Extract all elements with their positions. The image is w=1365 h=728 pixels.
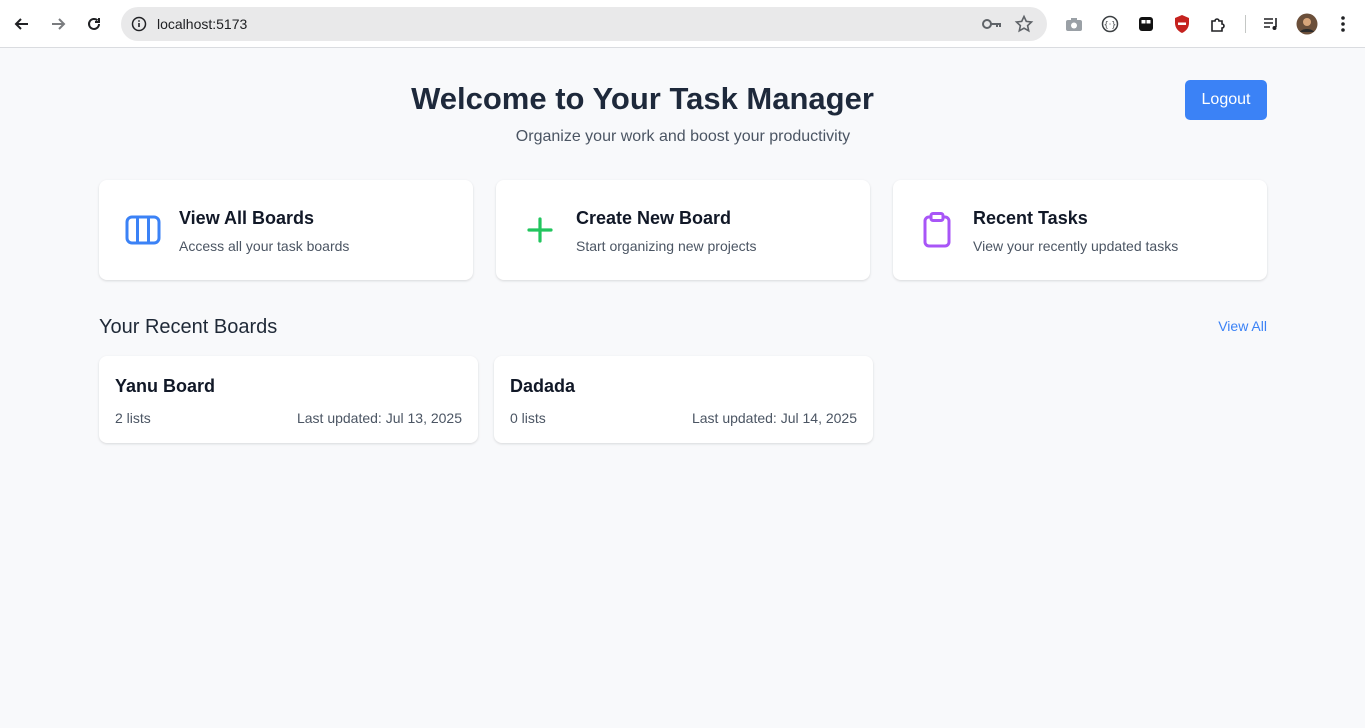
card-description: View your recently updated tasks <box>973 238 1179 254</box>
browser-toolbar: localhost:5173 {·} <box>0 0 1365 48</box>
card-title: Recent Tasks <box>973 208 1088 228</box>
columns-icon <box>125 212 161 248</box>
plus-icon <box>522 212 558 248</box>
extension-shield-icon[interactable] <box>1170 12 1194 36</box>
extension-icon-2[interactable] <box>1134 12 1158 36</box>
view-all-boards-card[interactable]: View All Boards Access all your task boa… <box>99 180 473 280</box>
board-name: Dadada <box>510 376 576 396</box>
card-title: Create New Board <box>576 208 732 228</box>
url-text[interactable]: localhost:5173 <box>157 16 247 32</box>
password-key-icon[interactable] <box>981 15 1003 33</box>
page-subtitle: Organize your work and boost your produc… <box>515 128 851 145</box>
page-title: Welcome to Your Task Manager <box>411 81 874 116</box>
clipboard-icon <box>919 212 955 248</box>
board-card[interactable]: Dadada 0 lists Last updated: Jul 14, 202… <box>494 356 873 443</box>
card-title: View All Boards <box>179 208 315 228</box>
board-name: Yanu Board <box>115 376 216 396</box>
view-all-link[interactable]: View All <box>1190 318 1267 334</box>
board-list-count: 2 lists <box>115 410 151 426</box>
extensions-puzzle-icon[interactable] <box>1206 12 1230 36</box>
page-content: Welcome to Your Task Manager Organize yo… <box>0 48 1365 728</box>
board-last-updated: Last updated: Jul 13, 2025 <box>296 410 462 426</box>
menu-kebab-icon[interactable] <box>1331 12 1355 36</box>
board-list-count: 0 lists <box>510 410 546 426</box>
card-description: Access all your task boards <box>179 238 350 254</box>
media-control-icon[interactable] <box>1259 12 1283 36</box>
reload-icon[interactable] <box>82 12 106 36</box>
profile-avatar[interactable] <box>1295 12 1319 36</box>
address-bar[interactable]: localhost:5173 <box>121 7 1047 41</box>
bookmark-star-icon[interactable] <box>1014 14 1034 34</box>
camera-icon[interactable] <box>1062 12 1086 36</box>
site-info-icon[interactable] <box>129 14 149 34</box>
logout-button[interactable]: Logout <box>1185 80 1267 120</box>
forward-icon[interactable] <box>46 12 70 36</box>
card-description: Start organizing new projects <box>576 238 757 254</box>
recent-boards-heading: Your Recent Boards <box>99 316 278 338</box>
extension-icon-1[interactable]: {·} <box>1098 12 1122 36</box>
board-card[interactable]: Yanu Board 2 lists Last updated: Jul 13,… <box>99 356 478 443</box>
back-icon[interactable] <box>10 12 34 36</box>
create-new-board-card[interactable]: Create New Board Start organizing new pr… <box>496 180 870 280</box>
toolbar-separator <box>1245 15 1246 33</box>
board-last-updated: Last updated: Jul 14, 2025 <box>691 410 857 426</box>
svg-text:{·}: {·} <box>1104 20 1117 29</box>
recent-tasks-card[interactable]: Recent Tasks View your recently updated … <box>893 180 1267 280</box>
